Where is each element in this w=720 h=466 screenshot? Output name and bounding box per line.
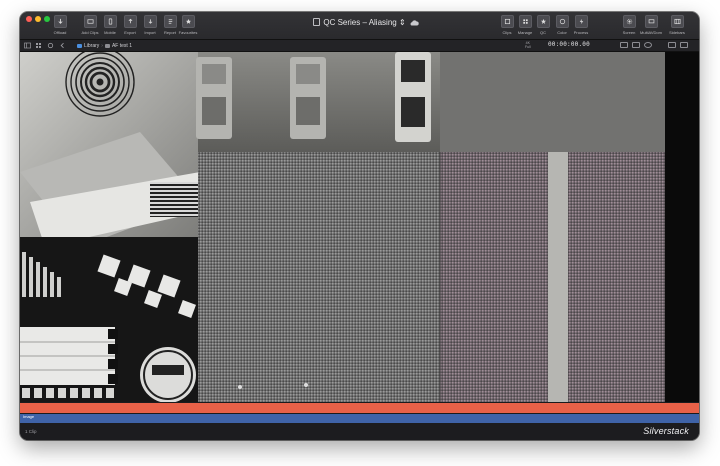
manage-icon xyxy=(518,15,532,28)
window-controls xyxy=(26,16,50,22)
report-label: Report xyxy=(163,30,176,35)
qc-label: QC xyxy=(540,30,546,35)
back-icon[interactable] xyxy=(59,42,66,49)
offload-icon xyxy=(53,15,67,28)
breadcrumb: Library › AF test 1 xyxy=(77,42,132,49)
settings-icon[interactable] xyxy=(47,42,54,49)
resolution-info: 4K Full xyxy=(525,41,531,49)
sidebars-button[interactable]: Sidebars xyxy=(666,15,688,37)
minimize-window-button[interactable] xyxy=(35,16,41,22)
title-chevron[interactable]: ⇕ xyxy=(399,18,406,27)
mobile-label: Mobile xyxy=(104,30,116,35)
favourites-icon xyxy=(181,15,195,28)
qc-icon xyxy=(536,15,550,28)
fullscreen-icon[interactable] xyxy=(668,42,676,48)
screen-label: Screen xyxy=(622,30,636,35)
timeline-audio-track[interactable] xyxy=(20,403,699,413)
video-frame xyxy=(20,52,699,402)
sidebar-toggle-icon[interactable] xyxy=(24,42,31,49)
import-label: Import xyxy=(144,30,156,35)
add-clips-button[interactable]: Add Clips xyxy=(79,15,101,37)
export-label: Export xyxy=(124,30,136,35)
video-viewer[interactable] xyxy=(20,52,699,402)
sidebars-icon xyxy=(670,15,684,28)
process-label: Process xyxy=(573,30,589,35)
mobile-icon xyxy=(103,15,117,28)
offload-button[interactable]: Offload xyxy=(49,15,71,37)
case-latches xyxy=(196,52,431,142)
breadcrumb-clip[interactable]: AF test 1 xyxy=(112,43,132,49)
overlay-icon[interactable] xyxy=(644,42,652,48)
resolution-info-bottom: Full xyxy=(525,45,531,49)
split-view-icon[interactable] xyxy=(632,42,640,48)
import-button[interactable]: Import xyxy=(139,15,161,37)
multiavdom-button[interactable]: MultiAVDom xyxy=(640,15,662,37)
breadcrumb-separator: › xyxy=(101,42,103,49)
app-brand-logo: Silverstack xyxy=(643,426,689,436)
import-icon xyxy=(143,15,157,28)
color-label: Color xyxy=(557,30,567,35)
toolbar: Offload Add Clips Mobile Export Import R… xyxy=(20,12,699,40)
clips-icon xyxy=(500,15,514,28)
navigation-bar: Library › AF test 1 4K Full 00:00:00.00 xyxy=(20,40,699,52)
folder-icon xyxy=(77,43,82,48)
multiavdom-label: MultiAVDom xyxy=(640,30,662,35)
add-clips-icon xyxy=(83,15,97,28)
image-track-label: Image xyxy=(23,414,35,419)
color-icon xyxy=(555,15,569,28)
clips-label: Clips xyxy=(502,30,512,35)
mobile-button[interactable]: Mobile xyxy=(99,15,121,37)
add-clips-label: Add Clips xyxy=(81,30,99,35)
multiavdom-icon xyxy=(644,15,658,28)
favourites-button[interactable]: Favourites xyxy=(177,15,199,37)
report-icon xyxy=(163,15,177,28)
camera-logo-mark xyxy=(140,347,196,402)
export-icon xyxy=(123,15,137,28)
favourites-label: Favourites xyxy=(178,30,198,35)
timeline-image-track[interactable]: Image xyxy=(20,414,699,423)
window-title-text: QC Series – Aliasing xyxy=(323,18,397,27)
offload-label: Offload xyxy=(53,30,67,35)
cloud-icon[interactable] xyxy=(409,20,419,26)
document-icon xyxy=(313,18,321,26)
process-icon xyxy=(574,15,588,28)
app-window: Offload Add Clips Mobile Export Import R… xyxy=(20,12,699,440)
close-window-button[interactable] xyxy=(26,16,32,22)
screen-button[interactable]: Screen xyxy=(618,15,640,37)
manage-label: Manage xyxy=(517,30,533,35)
breadcrumb-library[interactable]: Library xyxy=(84,43,99,49)
grid-view-icon[interactable] xyxy=(35,42,42,49)
timecode-display: 00:00:00.00 xyxy=(548,41,590,48)
sidebars-label: Sidebars xyxy=(669,30,685,35)
viewer-mode-icon[interactable] xyxy=(620,42,628,48)
status-bar: 1 Clip Silverstack xyxy=(20,423,699,440)
export-button[interactable]: Export xyxy=(119,15,141,37)
process-button[interactable]: Process xyxy=(570,15,592,37)
layout-icon[interactable] xyxy=(680,42,688,48)
clip-icon xyxy=(104,43,110,48)
screen-icon xyxy=(622,15,636,28)
clip-count: 1 Clip xyxy=(25,429,37,434)
